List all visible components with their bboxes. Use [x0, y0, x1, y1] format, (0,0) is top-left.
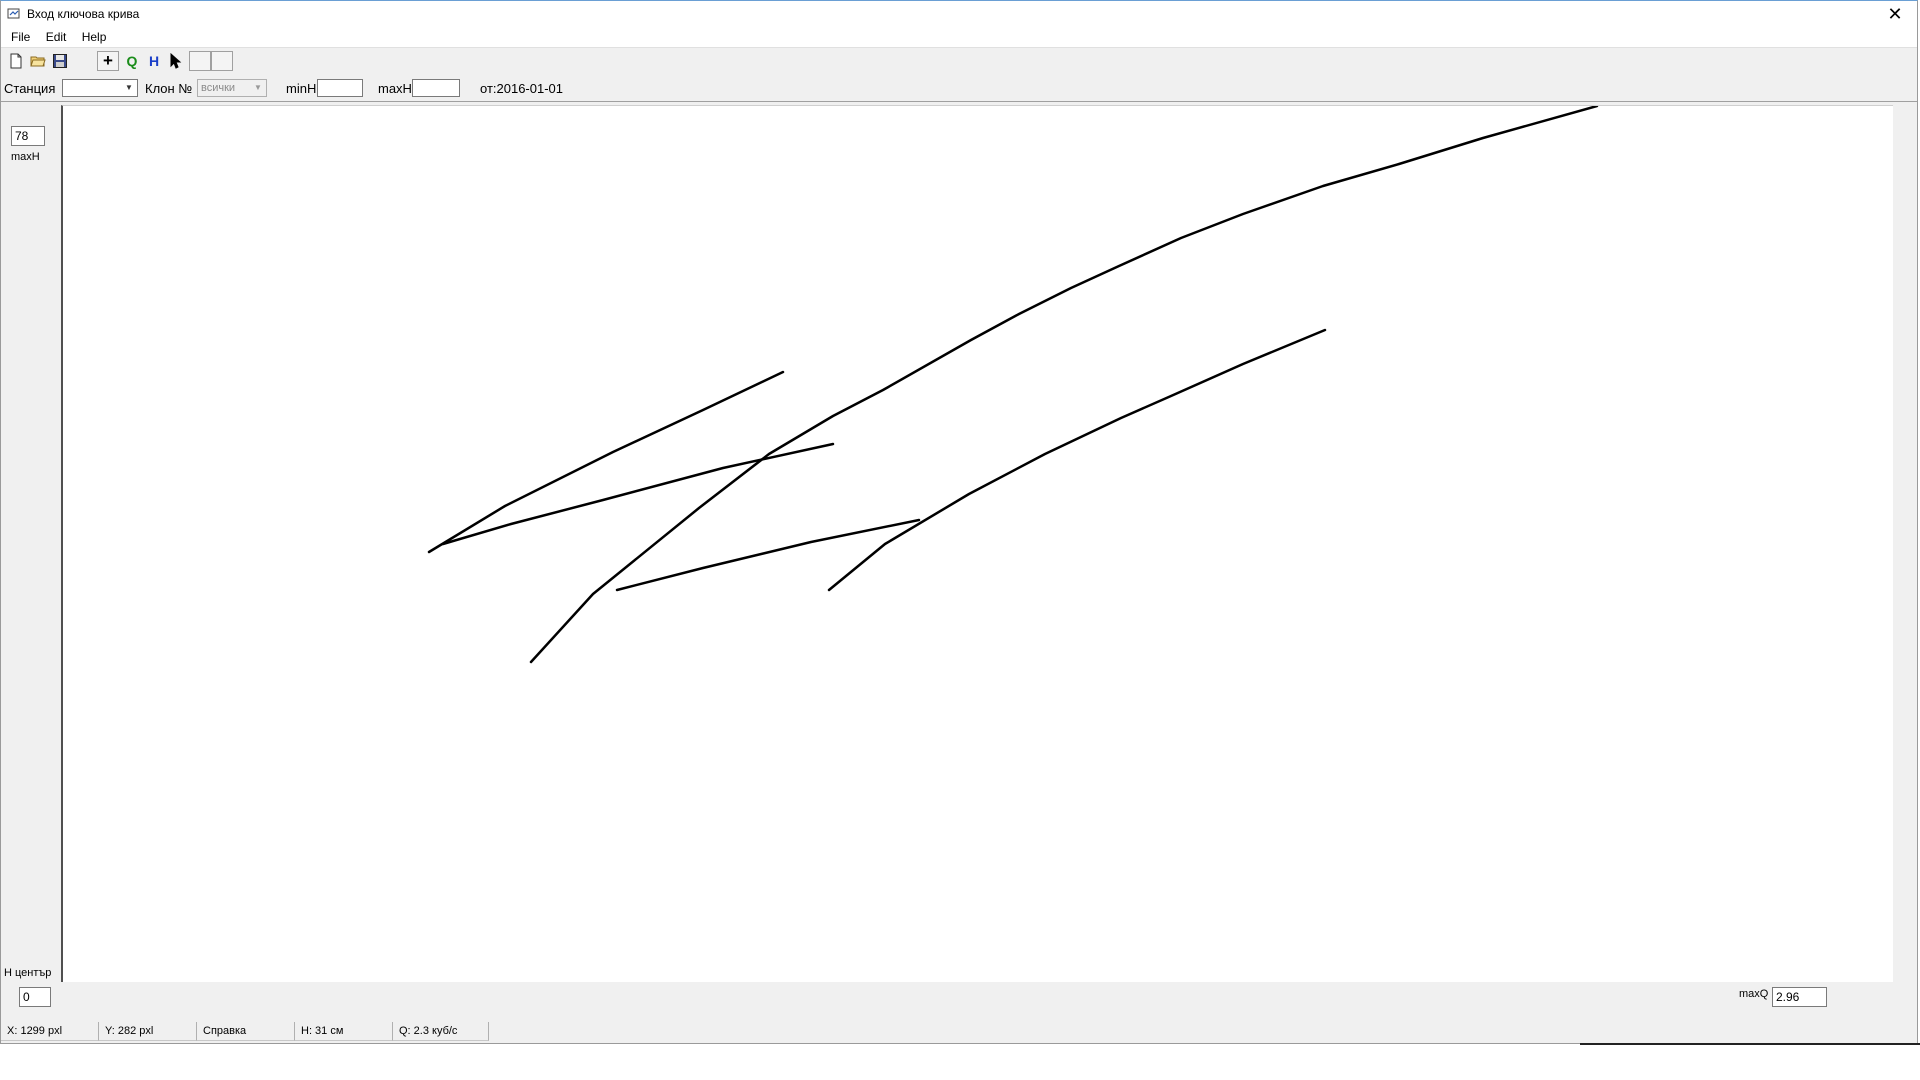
window-title: Вход ключова крива	[27, 7, 140, 21]
empty-tool-button-2[interactable]	[211, 51, 233, 71]
h-center-value: 0	[23, 990, 30, 1004]
curve-line-2	[427, 370, 785, 554]
chevron-down-icon: ▼	[125, 83, 133, 92]
left-panel: 78 maxH Н център	[1, 101, 61, 981]
plus-icon: +	[103, 51, 113, 70]
new-file-button[interactable]	[5, 51, 27, 71]
curve-line-1	[529, 106, 1599, 664]
q-icon: Q	[126, 53, 138, 69]
q-mode-button[interactable]: Q	[121, 51, 143, 71]
toolbar: + Q H	[1, 47, 1917, 74]
add-point-button[interactable]: +	[97, 51, 119, 71]
status-h: H: 31 см	[295, 1022, 393, 1041]
status-q: Q: 2.3 куб/с	[393, 1022, 489, 1041]
curve-line-4	[615, 518, 921, 592]
new-file-icon	[10, 53, 22, 69]
maxh-axis-value: 78	[15, 129, 29, 143]
minh-label: minH	[286, 81, 317, 96]
maxh-label: maxH	[378, 81, 412, 96]
curve-canvas[interactable]	[61, 105, 1893, 982]
maxh-axis-input[interactable]: 78	[11, 126, 45, 146]
pointer-button[interactable]	[165, 51, 187, 71]
filter-bar: Станция ▼ Клон № всички ▼ minH maxH от:2…	[1, 75, 1917, 102]
maxq-value: 2.96	[1776, 990, 1800, 1004]
status-y: Y: 282 pxl	[99, 1022, 197, 1041]
open-button[interactable]	[27, 51, 49, 71]
maxh-axis-label: maxH	[11, 151, 40, 163]
status-help: Справка	[197, 1022, 295, 1041]
station-label: Станция	[4, 81, 56, 96]
status-bar: X: 1299 pxl Y: 282 pxl Справка H: 31 см …	[1, 1021, 1917, 1043]
app-window: Вход ключова крива ✕ File Edit Help + Q …	[0, 0, 1918, 1044]
h-mode-button[interactable]: H	[143, 51, 165, 71]
status-x: X: 1299 pxl	[1, 1022, 99, 1041]
menu-file[interactable]: File	[5, 27, 36, 47]
minh-input[interactable]	[317, 79, 363, 97]
curve-line-3	[441, 442, 835, 546]
from-date-label: от:2016-01-01	[480, 81, 564, 96]
close-icon: ✕	[1887, 4, 1903, 24]
branch-select[interactable]: всички ▼	[197, 79, 267, 97]
menu-bar: File Edit Help	[1, 27, 1917, 47]
menu-edit[interactable]: Edit	[40, 27, 73, 47]
h-center-label: Н център	[4, 967, 52, 979]
title-bar: Вход ключова крива ✕	[1, 1, 1917, 27]
h-icon: H	[148, 53, 160, 69]
branch-value: всички	[201, 82, 236, 94]
close-button[interactable]: ✕	[1873, 1, 1917, 27]
save-icon	[53, 54, 67, 68]
background-edge	[1580, 1043, 1920, 1045]
maxq-input[interactable]: 2.96	[1772, 987, 1827, 1007]
empty-tool-button-1[interactable]	[189, 51, 211, 71]
maxq-label: maxQ	[1739, 988, 1769, 1000]
h-center-input[interactable]: 0	[19, 987, 51, 1007]
pointer-icon	[170, 52, 182, 69]
open-folder-icon	[30, 56, 46, 67]
menu-help[interactable]: Help	[76, 27, 113, 47]
chevron-down-icon: ▼	[254, 83, 262, 92]
maxh-input[interactable]	[412, 79, 460, 97]
curve-line-5	[827, 328, 1327, 592]
app-icon	[7, 8, 20, 19]
rating-curves	[427, 106, 1599, 664]
branch-label: Клон №	[145, 81, 193, 96]
station-select[interactable]: ▼	[62, 79, 138, 97]
save-button[interactable]	[49, 51, 71, 71]
